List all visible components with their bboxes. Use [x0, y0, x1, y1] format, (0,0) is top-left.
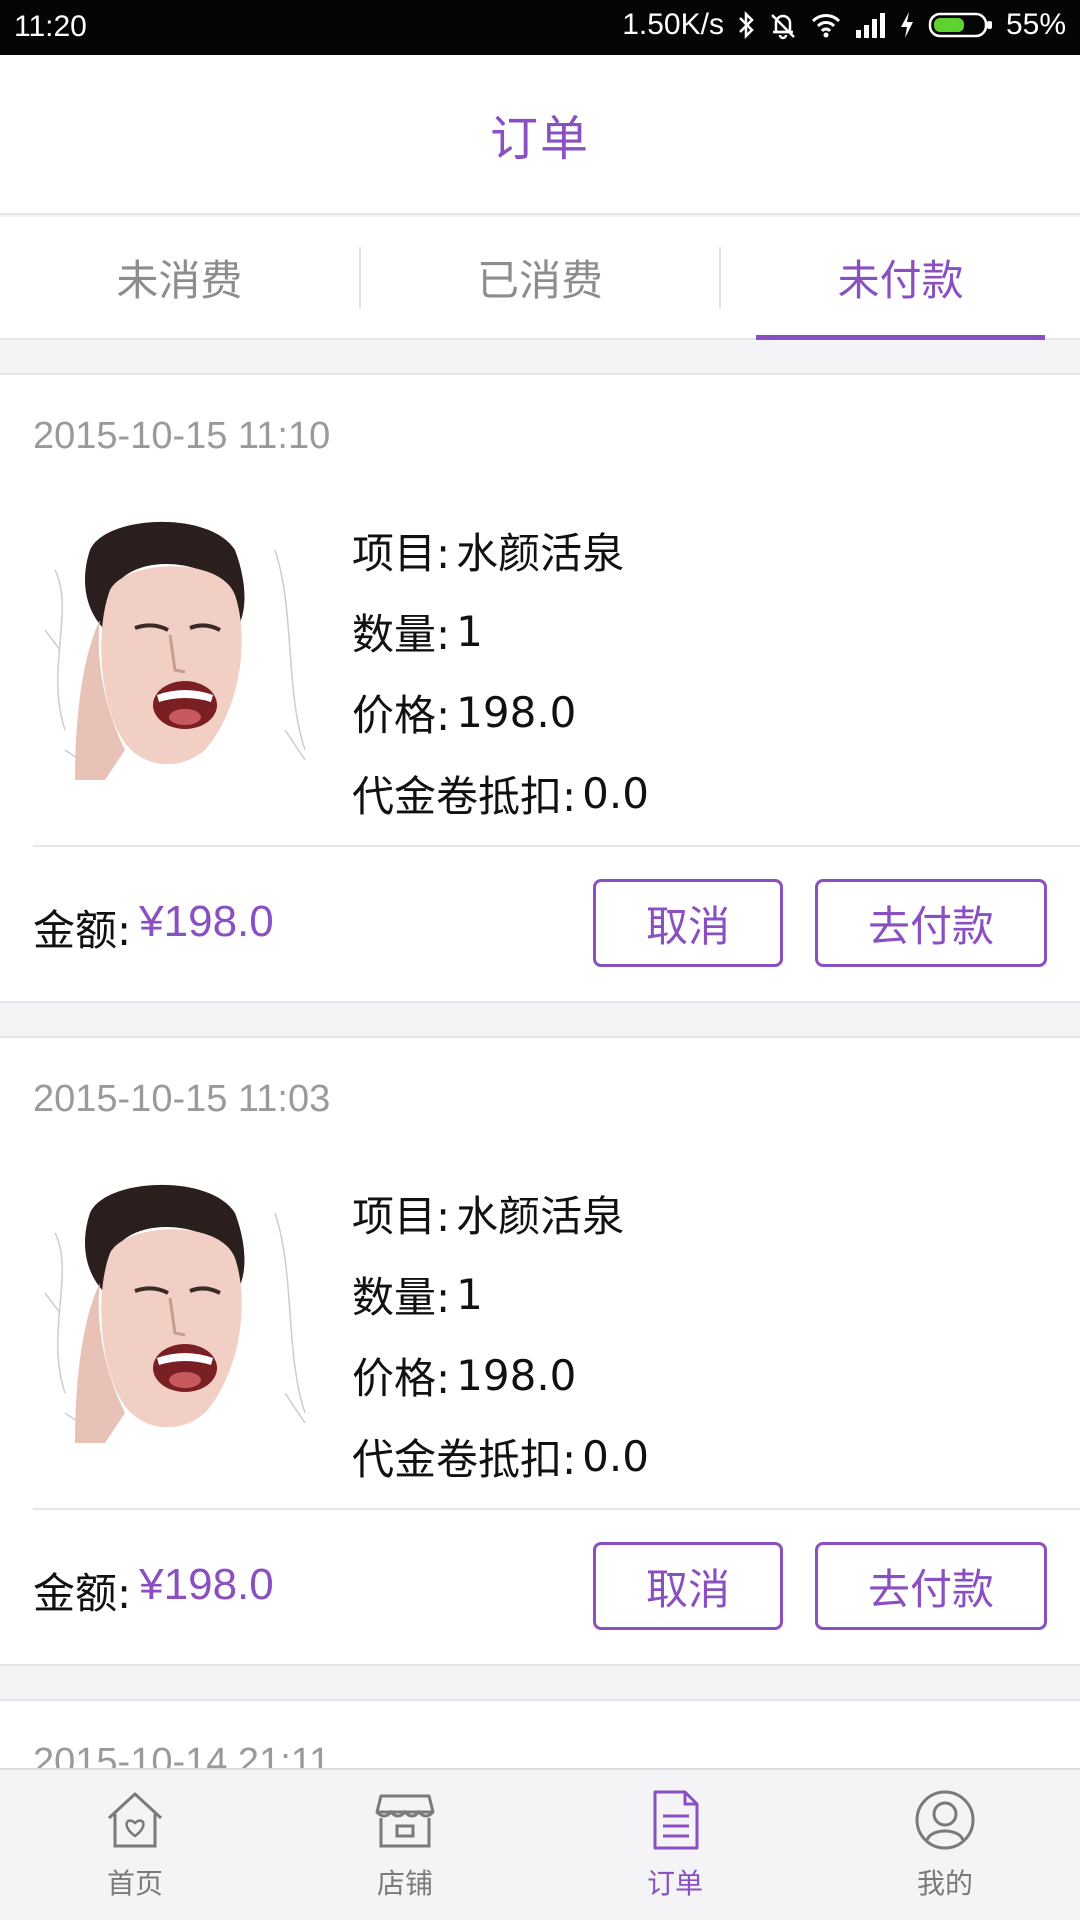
status-icons: 1.50K/s 55%	[622, 8, 1066, 42]
order-footer: 金额: ¥198.0 取消 去付款	[0, 847, 1080, 1003]
order-footer: 金额: ¥198.0 取消 去付款	[0, 1510, 1080, 1666]
product-thumbnail[interactable]	[35, 1173, 315, 1448]
nav-orders[interactable]: 订单	[540, 1770, 810, 1920]
voucher-row: 代金卷抵扣: 0.0	[352, 753, 649, 834]
pay-button[interactable]: 去付款	[815, 879, 1047, 967]
amount-label: 金额:	[33, 906, 132, 955]
nav-label: 首页	[106, 1867, 163, 1900]
order-info: 项目: 水颜活泉 数量: 1 价格: 198.0 代金卷抵扣: 0.0	[352, 510, 649, 834]
voucher-row: 代金卷抵扣: 0.0	[352, 1416, 649, 1497]
quantity-value: 1	[456, 1270, 483, 1319]
battery-icon	[928, 12, 992, 38]
order-amount: 金额: ¥198.0	[33, 897, 274, 958]
mute-bell-icon	[771, 14, 795, 40]
signal-icon	[855, 13, 885, 38]
price-value: 198.0	[456, 688, 577, 737]
quantity-value: 1	[456, 607, 483, 656]
price-row: 价格: 198.0	[352, 1335, 649, 1416]
woman-splash-photo	[35, 510, 315, 785]
tab-label: 未消费	[116, 256, 243, 305]
woman-splash-photo	[35, 1173, 315, 1448]
project-value: 水颜活泉	[456, 1192, 625, 1241]
bluetooth-icon	[739, 10, 754, 40]
battery	[928, 10, 994, 40]
nav-store[interactable]: 店铺	[270, 1770, 540, 1920]
order-document-icon	[653, 1790, 699, 1850]
price-row: 价格: 198.0	[352, 672, 649, 753]
profile-icon	[915, 1790, 975, 1850]
status-time: 11:20	[14, 10, 87, 43]
page-title: 订单	[489, 111, 590, 167]
charging-icon	[900, 12, 913, 38]
order-body: 项目: 水颜活泉 数量: 1 价格: 198.0 代金卷抵扣: 0.0	[0, 1163, 1080, 1484]
price-label: 价格:	[352, 1354, 451, 1403]
project-row: 项目: 水颜活泉	[352, 1173, 649, 1254]
order-card: 2015-10-15 11:10 项目: 水颜活泉 数量: 1 价格: 198.…	[0, 373, 1080, 1003]
quantity-row: 数量: 1	[352, 591, 649, 672]
voucher-value: 0.0	[582, 769, 649, 818]
pay-button[interactable]: 去付款	[815, 1542, 1047, 1630]
order-date: 2015-10-15 11:10	[33, 415, 331, 457]
price-value: 198.0	[456, 1351, 577, 1400]
order-body: 项目: 水颜活泉 数量: 1 价格: 198.0 代金卷抵扣: 0.0	[0, 500, 1080, 821]
cancel-button[interactable]: 取消	[593, 1542, 783, 1630]
order-date: 2015-10-15 11:03	[33, 1078, 331, 1120]
bottom-nav: 首页 店铺 订单 我的	[0, 1768, 1080, 1920]
amount-value: ¥198.0	[139, 1560, 274, 1609]
quantity-label: 数量:	[352, 1273, 451, 1322]
voucher-value: 0.0	[582, 1432, 649, 1481]
project-label: 项目:	[352, 529, 451, 578]
amount-label: 金额:	[33, 1569, 132, 1618]
cancel-button[interactable]: 取消	[593, 879, 783, 967]
quantity-row: 数量: 1	[352, 1254, 649, 1335]
tab-unpaid[interactable]: 未付款	[721, 217, 1080, 340]
tab-label: 已消费	[477, 256, 604, 305]
price-label: 价格:	[352, 691, 451, 740]
screen: 11:20 1.50K/s 55% 订单 未消费 已消费 未付款 2015-10…	[0, 0, 1080, 1920]
battery-percent: 55%	[1005, 8, 1066, 41]
order-list: 2015-10-15 11:10 项目: 水颜活泉 数量: 1 价格: 198.…	[0, 340, 1080, 1899]
project-label: 项目:	[352, 1192, 451, 1241]
nav-label: 订单	[646, 1867, 703, 1900]
quantity-label: 数量:	[352, 610, 451, 659]
app-header: 订单	[0, 55, 1080, 215]
nav-profile[interactable]: 我的	[810, 1770, 1080, 1920]
tab-consumed[interactable]: 已消费	[361, 217, 720, 338]
net-speed: 1.50K/s	[622, 8, 724, 41]
project-row: 项目: 水颜活泉	[352, 510, 649, 591]
order-tabs: 未消费 已消费 未付款	[0, 217, 1080, 340]
order-card: 2015-10-15 11:03 项目: 水颜活泉 数量: 1 价格: 198.…	[0, 1036, 1080, 1666]
nav-label: 店铺	[376, 1867, 433, 1900]
wifi-icon	[811, 14, 841, 38]
order-info: 项目: 水颜活泉 数量: 1 价格: 198.0 代金卷抵扣: 0.0	[352, 1173, 649, 1497]
amount-value: ¥198.0	[139, 897, 274, 946]
project-value: 水颜活泉	[456, 529, 625, 578]
voucher-label: 代金卷抵扣:	[352, 772, 577, 821]
home-icon	[107, 1792, 163, 1848]
nav-label: 我的	[916, 1867, 973, 1900]
store-icon	[375, 1794, 435, 1848]
voucher-label: 代金卷抵扣:	[352, 1435, 577, 1484]
status-bar: 11:20 1.50K/s 55%	[0, 0, 1080, 55]
nav-home[interactable]: 首页	[0, 1770, 270, 1920]
product-thumbnail[interactable]	[35, 510, 315, 785]
tab-label: 未付款	[837, 256, 964, 305]
order-amount: 金额: ¥198.0	[33, 1560, 274, 1621]
tab-unconsumed[interactable]: 未消费	[0, 217, 359, 338]
